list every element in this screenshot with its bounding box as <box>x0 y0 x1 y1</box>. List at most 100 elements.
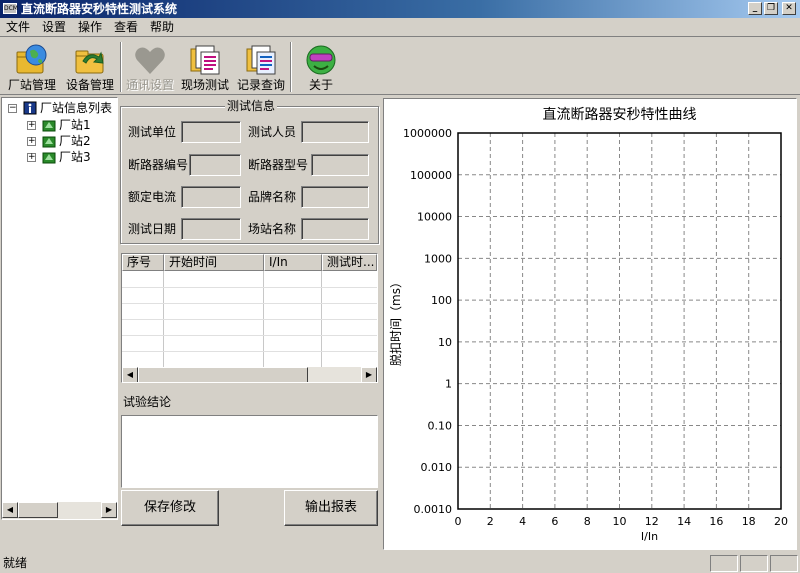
x-tick-label: 10 <box>613 515 627 528</box>
tree-item-station-1[interactable]: 厂站1 <box>59 117 91 133</box>
breaker-model-field[interactable] <box>311 154 369 176</box>
x-tick-label: 14 <box>677 515 691 528</box>
close-button[interactable]: ✕ <box>782 2 796 15</box>
tree-root-label[interactable]: 厂站信息列表 <box>40 100 112 116</box>
station-tree-panel[interactable]: − 厂站信息列表 + 厂站1 + 厂站2 + 厂站3 ◀ ▶ <box>1 97 118 520</box>
test-date-field[interactable] <box>181 218 241 240</box>
menu-operate[interactable]: 操作 <box>78 20 102 35</box>
y-tick-label: 0.10 <box>428 419 453 432</box>
grid-row-line <box>122 303 377 304</box>
station-icon <box>42 120 56 132</box>
smiley-sunglasses-icon <box>306 45 336 75</box>
table-hscrollbar[interactable]: ◀ ▶ <box>122 367 377 382</box>
record-query-button[interactable]: 记录查询 <box>234 40 288 94</box>
conclusion-label: 试验结论 <box>123 395 172 409</box>
save-changes-button[interactable]: 保存修改 <box>121 490 219 526</box>
export-report-button[interactable]: 输出报表 <box>284 490 378 526</box>
station-manage-button[interactable]: 厂站管理 <box>4 40 60 94</box>
column-header-current-ratio[interactable]: I/In <box>264 254 322 271</box>
brand-label: 品牌名称 <box>248 190 297 204</box>
y-tick-label: 0.010 <box>421 461 453 474</box>
status-text: 就绪 <box>3 556 28 570</box>
column-header-test-time[interactable]: 测试时... <box>322 254 377 271</box>
rated-current-field[interactable] <box>181 186 241 208</box>
test-info-group: 测试信息 测试单位 测试人员 断路器编号 断路器型号 额定电流 品牌名称 测试日… <box>120 99 379 244</box>
y-tick-label: 1000 <box>424 252 452 265</box>
tester-label: 测试人员 <box>248 125 297 139</box>
tree-item-station-2[interactable]: 厂站2 <box>59 133 91 149</box>
documents-search-icon <box>246 45 276 75</box>
station-name-label: 场站名称 <box>248 222 297 236</box>
rated-current-label: 额定电流 <box>128 190 177 204</box>
conclusion-textarea[interactable] <box>121 415 378 488</box>
toolbar: 厂站管理 设备管理 通讯设置 现场测试 记录查询 关于 <box>0 38 800 95</box>
toolbar-separator <box>290 42 292 92</box>
expand-toggle[interactable]: + <box>27 153 36 162</box>
station-icon <box>42 152 56 164</box>
scroll-right-arrow-icon[interactable]: ▶ <box>101 502 117 518</box>
records-table[interactable]: 序号 开始时间 I/In 测试时... ◀ ▶ <box>121 253 378 383</box>
menu-settings[interactable]: 设置 <box>42 20 66 35</box>
scroll-right-arrow-icon[interactable]: ▶ <box>361 367 377 382</box>
menu-help[interactable]: 帮助 <box>150 20 174 35</box>
chart-title: 直流断路器安秒特性曲线 <box>543 106 697 123</box>
record-query-label: 记录查询 <box>236 78 285 92</box>
restore-button[interactable]: ❐ <box>764 2 778 15</box>
menu-view[interactable]: 查看 <box>114 20 138 35</box>
x-tick-label: 6 <box>551 515 558 528</box>
breaker-no-field[interactable] <box>189 154 241 176</box>
expand-toggle[interactable]: + <box>27 137 36 146</box>
y-tick-label: 1000000 <box>403 127 452 140</box>
documents-icon <box>190 45 220 75</box>
tester-field[interactable] <box>301 121 369 143</box>
brand-field[interactable] <box>301 186 369 208</box>
field-test-label: 现场测试 <box>180 78 229 92</box>
status-pane <box>710 555 738 572</box>
y-tick-label: 10 <box>438 336 452 349</box>
info-list-icon <box>23 101 37 115</box>
folder-arrow-icon <box>75 50 104 74</box>
title-bar: DCM 直流断路器安秒特性测试系统 _ ❐ ✕ <box>0 0 800 18</box>
test-unit-field[interactable] <box>181 121 241 143</box>
scroll-thumb[interactable] <box>18 502 58 518</box>
x-tick-label: 12 <box>645 515 659 528</box>
x-tick-label: 18 <box>742 515 756 528</box>
station-manage-label: 厂站管理 <box>7 78 56 92</box>
station-name-field[interactable] <box>301 218 369 240</box>
grid-row-line <box>122 319 377 320</box>
device-manage-button[interactable]: 设备管理 <box>62 40 118 94</box>
scroll-thumb[interactable] <box>138 367 308 382</box>
collapse-toggle[interactable]: − <box>8 104 17 113</box>
grid-row-line <box>122 287 377 288</box>
expand-toggle[interactable]: + <box>27 121 36 130</box>
heart-icon <box>135 47 165 74</box>
status-bar: 就绪 <box>0 553 800 573</box>
scroll-left-arrow-icon[interactable]: ◀ <box>2 502 18 518</box>
field-test-button[interactable]: 现场测试 <box>178 40 232 94</box>
window-title: 直流断路器安秒特性测试系统 <box>21 2 178 16</box>
tree-item-station-3[interactable]: 厂站3 <box>59 149 91 165</box>
x-tick-label: 0 <box>455 515 462 528</box>
grid-row-line <box>122 335 377 336</box>
about-button[interactable]: 关于 <box>296 40 346 94</box>
scroll-left-arrow-icon[interactable]: ◀ <box>122 367 138 382</box>
status-pane <box>770 555 798 572</box>
breaker-no-label: 断路器编号 <box>128 158 189 172</box>
tree-hscrollbar[interactable]: ◀ ▶ <box>2 502 117 519</box>
chart-panel: 直流断路器安秒特性曲线 0 2 4 6 8 10 12 14 16 18 20 1000000 10000… <box>383 98 797 550</box>
minimize-button[interactable]: _ <box>748 2 762 15</box>
y-tick-label: 10000 <box>417 211 452 224</box>
test-date-label: 测试日期 <box>128 222 177 236</box>
y-tick-label: 100 <box>431 294 452 307</box>
x-tick-label: 20 <box>774 515 788 528</box>
column-header-index[interactable]: 序号 <box>122 254 164 271</box>
x-axis-label: I/In <box>641 530 658 543</box>
y-tick-label: 100000 <box>410 169 452 182</box>
x-tick-label: 4 <box>519 515 526 528</box>
y-tick-label: 1 <box>445 378 452 391</box>
y-tick-label: 0.0010 <box>414 503 453 516</box>
menu-file[interactable]: 文件 <box>6 20 30 35</box>
comm-settings-button[interactable]: 通讯设置 <box>124 40 176 94</box>
column-header-start-time[interactable]: 开始时间 <box>164 254 264 271</box>
comm-settings-label: 通讯设置 <box>125 78 174 92</box>
